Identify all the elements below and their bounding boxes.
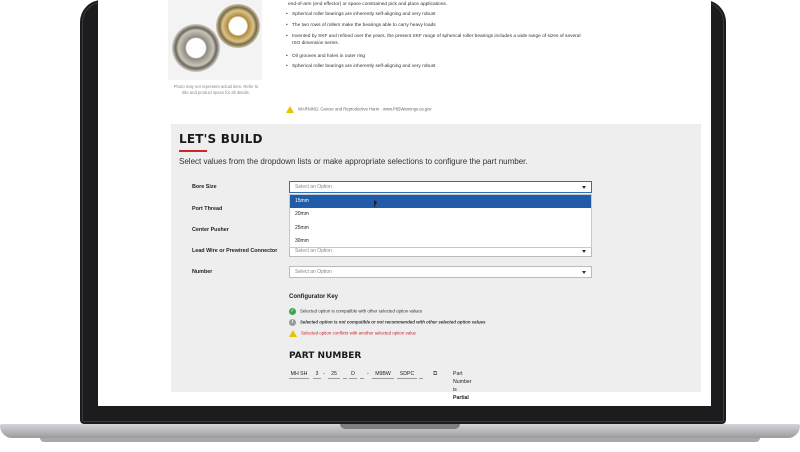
part-number-status-value: Partial xyxy=(453,395,469,401)
option-20mm[interactable]: 20mm xyxy=(290,208,591,221)
prop65-warning: WARNING: Cancer and Reproductive Harm - … xyxy=(286,106,432,113)
chevron-down-icon xyxy=(582,186,586,189)
port-thread-label: Port Thread xyxy=(192,206,223,212)
pn-segment-blank xyxy=(360,370,364,379)
pn-segment-blank xyxy=(419,370,423,379)
part-number-title: PART NUMBER xyxy=(289,351,362,361)
build-title: LET'S BUILD xyxy=(179,132,263,146)
bearing-image-silver xyxy=(172,24,220,72)
center-pusher-label: Center Pusher xyxy=(192,227,229,233)
bore-size-select[interactable]: Select an Option xyxy=(289,181,592,193)
lead-wire-label: Lead Wire or Prewired Connector xyxy=(192,248,278,254)
info-icon: i xyxy=(289,319,296,326)
option-25mm[interactable]: 25mm xyxy=(290,222,591,235)
build-subtitle: Select values from the dropdown lists or… xyxy=(179,157,528,166)
list-item: Oil grooves and holes in outer ring xyxy=(286,54,586,61)
key-compatible-text: Selected option is compatible with other… xyxy=(300,308,423,314)
pn-segment-4: D xyxy=(349,370,357,379)
part-number-status: Part Number is Partial xyxy=(453,371,472,401)
title-underline xyxy=(179,150,207,152)
lead-wire-placeholder: Select an Option xyxy=(295,248,332,254)
product-image xyxy=(168,0,262,80)
pn-segment-series: MH SH xyxy=(289,371,309,379)
list-item: Spherical roller bearings are inherently… xyxy=(286,64,586,71)
pn-segment-5: M9BW xyxy=(372,370,394,379)
bearing-image-gold xyxy=(216,4,260,48)
configurator-key-title: Configurator Key xyxy=(289,294,339,300)
number-select[interactable]: Select an Option xyxy=(289,266,592,278)
mouse-cursor-icon xyxy=(374,200,377,208)
option-30mm[interactable]: 30mm xyxy=(290,235,591,248)
bore-size-label: Bore Size xyxy=(192,184,217,190)
pn-dash: - xyxy=(367,371,369,377)
number-placeholder: Select an Option xyxy=(295,269,332,275)
pn-dash: - xyxy=(323,371,325,377)
key-not-compatible: i Selected option is not compatible or no… xyxy=(289,319,485,326)
image-disclaimer: Photo may not represent actual item. Ref… xyxy=(173,84,259,95)
warning-icon xyxy=(289,330,297,337)
chevron-down-icon xyxy=(582,271,586,274)
bore-size-dropdown: 15mm 20mm 25mm 30mm xyxy=(289,194,592,248)
pn-segment-bore: 25 xyxy=(328,370,340,379)
copy-icon[interactable]: ⧉ xyxy=(433,370,437,378)
configurator-panel: LET'S BUILD Select values from the dropd… xyxy=(171,124,701,401)
key-compatible: ✓ Selected option is compatible with othe… xyxy=(289,308,422,315)
key-conflict-text: Selected option conflicts with another s… xyxy=(301,330,416,336)
pn-segment-blank xyxy=(343,370,347,379)
laptop-notch xyxy=(340,424,460,429)
pn-segment-2: 3 xyxy=(313,370,321,379)
list-item: Spherical roller bearings are inherently… xyxy=(286,12,586,19)
chevron-down-icon xyxy=(582,250,586,253)
warning-icon xyxy=(286,106,294,113)
option-15mm[interactable]: 15mm xyxy=(290,195,591,208)
check-icon: ✓ xyxy=(289,308,296,315)
pn-segment-6: SDPC xyxy=(397,370,417,379)
bore-size-placeholder: Select an Option xyxy=(295,184,332,190)
list-item: Invented by SKF and refined over the yea… xyxy=(286,34,586,47)
number-label: Number xyxy=(192,269,213,275)
laptop-shadow xyxy=(40,438,760,442)
key-conflict: Selected option conflicts with another s… xyxy=(289,330,416,337)
browser-screen: Photo may not represent actual item. Ref… xyxy=(98,0,711,406)
key-not-compatible-text: Selected option is not compatible or not… xyxy=(300,319,486,325)
prop65-text: WARNING: Cancer and Reproductive Harm - … xyxy=(298,106,432,112)
product-lead-text: end-of-arm (end effector) or space const… xyxy=(288,2,448,7)
list-item: The two rows of rollers make the bearing… xyxy=(286,23,586,30)
